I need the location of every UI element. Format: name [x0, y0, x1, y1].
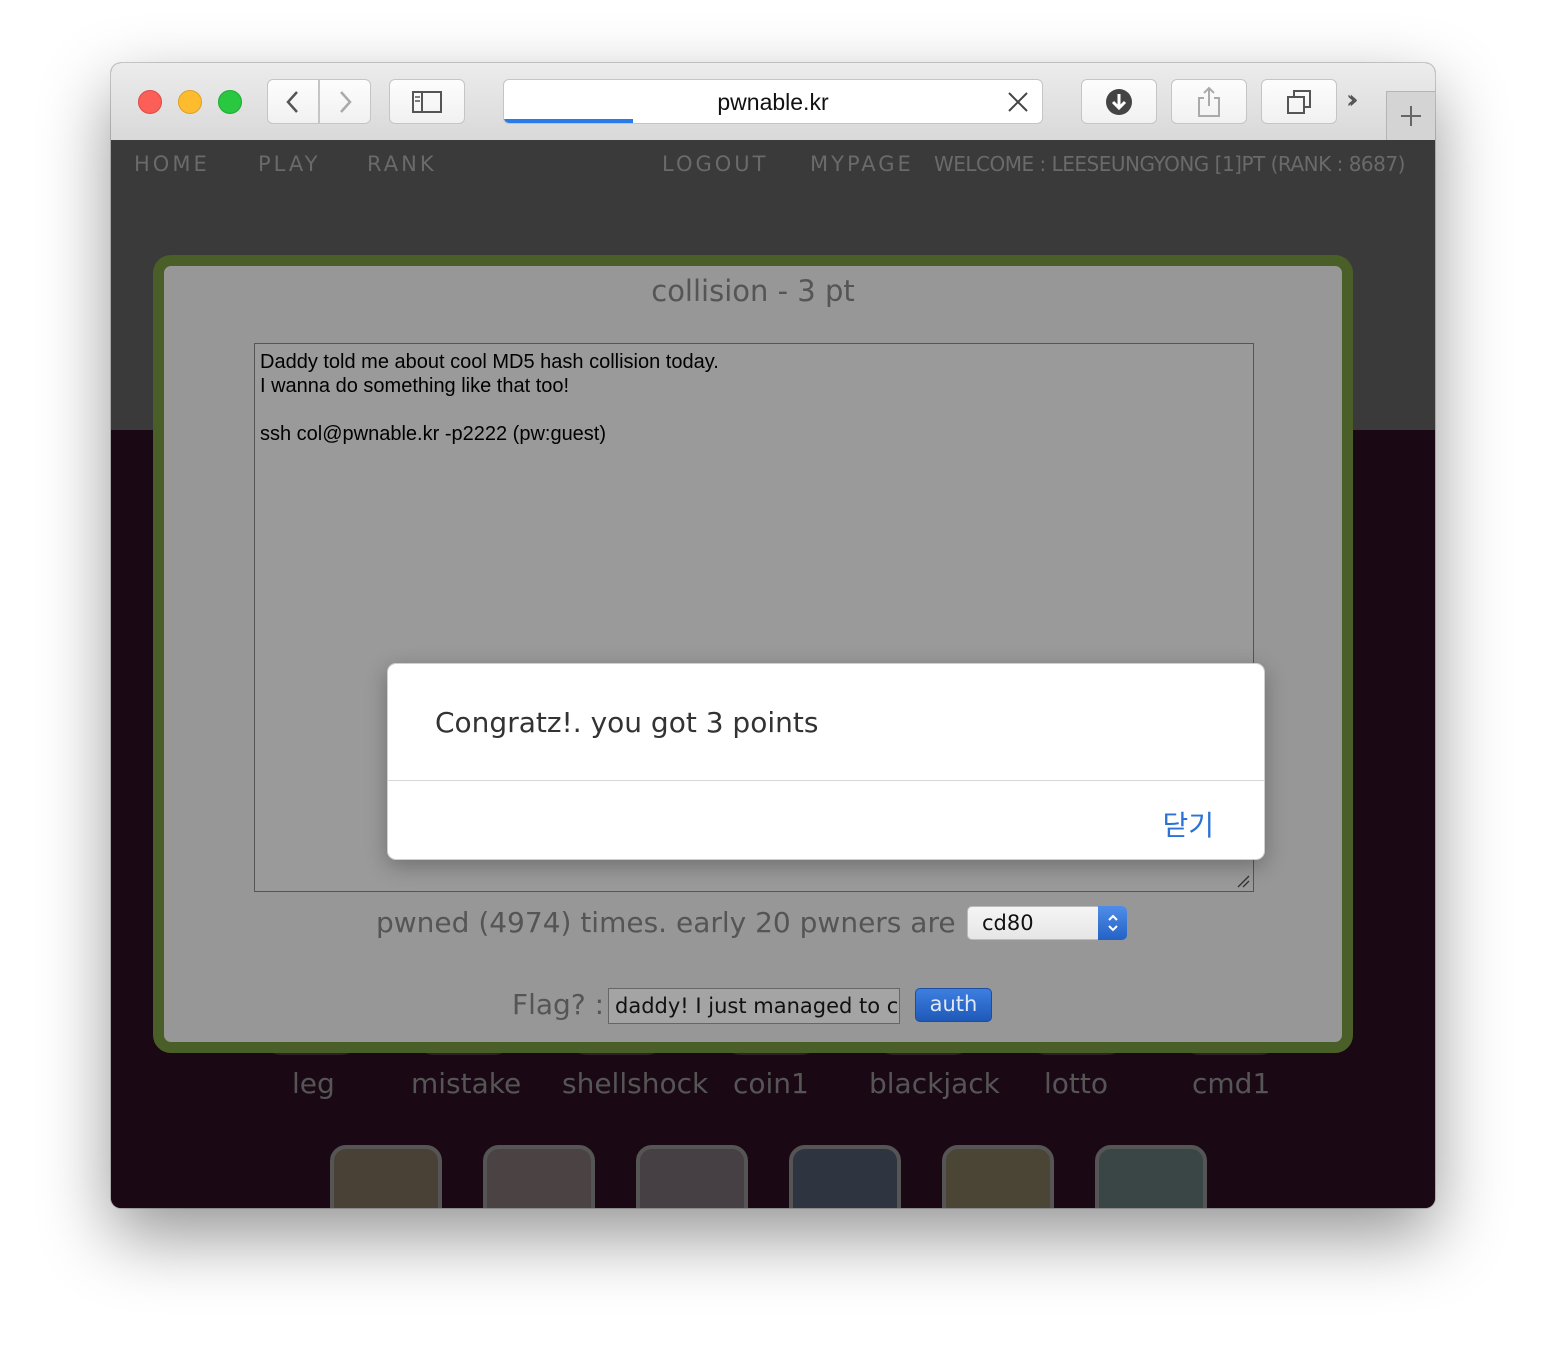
chevron-right-icon: [340, 90, 352, 113]
sidebar-icon: [412, 90, 442, 113]
challenge-thumbnail[interactable]: [330, 1145, 442, 1208]
share-button[interactable]: [1171, 79, 1247, 124]
tabs-overview-button[interactable]: [1261, 79, 1337, 124]
page-load-progress: [504, 119, 633, 123]
challenge-label[interactable]: cmd1: [1192, 1067, 1270, 1100]
challenge-label[interactable]: leg: [292, 1067, 335, 1100]
nav-play[interactable]: PLAY: [258, 152, 320, 176]
stop-loading-icon[interactable]: [1006, 90, 1030, 114]
close-window-button[interactable]: [138, 90, 162, 114]
url-text: pwnable.kr: [717, 89, 829, 115]
downloads-button[interactable]: [1081, 79, 1157, 124]
browser-toolbar: pwnable.kr ››: [111, 63, 1435, 141]
challenge-list: leg mistake shellshock coin1 blackjack l…: [111, 1035, 1435, 1208]
flag-label: Flag? :: [512, 988, 605, 1021]
alert-dialog: Congratz!. you got 3 points 닫기: [387, 663, 1265, 860]
download-icon: [1106, 88, 1132, 115]
challenge-label[interactable]: mistake: [411, 1067, 521, 1100]
challenge-panel: collision - 3 pt Daddy told me about coo…: [153, 255, 1353, 1053]
updown-arrow-icon: [1098, 906, 1127, 940]
challenge-label[interactable]: shellshock: [562, 1067, 708, 1100]
more-icon[interactable]: ››: [1346, 85, 1358, 115]
challenge-thumbnail[interactable]: [636, 1145, 748, 1208]
description-text: Daddy told me about cool MD5 hash collis…: [260, 351, 719, 445]
challenge-thumbnail[interactable]: [483, 1145, 595, 1208]
sidebar-button[interactable]: [389, 79, 465, 124]
nav-mypage[interactable]: MYPAGE: [810, 152, 914, 176]
new-tab-button[interactable]: [1386, 91, 1435, 140]
nav-home[interactable]: HOME: [134, 152, 210, 176]
browser-window: pwnable.kr ›› HOME PLAY RANK LOGOUT MYPA…: [111, 63, 1435, 1208]
nav-logout[interactable]: LOGOUT: [662, 152, 768, 176]
challenge-label[interactable]: lotto: [1044, 1067, 1108, 1100]
challenge-thumbnail[interactable]: [942, 1145, 1054, 1208]
select-value: cd80: [982, 911, 1034, 935]
early-pwners-select[interactable]: cd80: [967, 906, 1127, 940]
flag-input[interactable]: daddy! I just managed to crea: [608, 988, 900, 1024]
chevron-left-icon: [286, 90, 298, 113]
auth-button[interactable]: auth: [915, 988, 992, 1022]
tabs-icon: [1287, 89, 1311, 114]
share-icon: [1198, 86, 1220, 117]
welcome-text: WELCOME : LEESEUNGYONG [1]PT (RANK : 868…: [934, 152, 1405, 176]
challenge-thumbnail[interactable]: [789, 1145, 901, 1208]
pwned-count-text: pwned (4974) times. early 20 pwners are …: [376, 906, 974, 939]
minimize-window-button[interactable]: [178, 90, 202, 114]
address-bar[interactable]: pwnable.kr: [503, 79, 1043, 124]
nav-rank[interactable]: RANK: [367, 152, 437, 176]
alert-divider: [388, 780, 1264, 781]
resize-handle-icon[interactable]: [1236, 874, 1250, 888]
forward-button[interactable]: [319, 79, 371, 124]
zoom-window-button[interactable]: [218, 90, 242, 114]
web-content: HOME PLAY RANK LOGOUT MYPAGE WELCOME : L…: [111, 140, 1435, 1208]
alert-close-button[interactable]: 닫기: [1162, 804, 1214, 844]
challenge-thumbnail[interactable]: [1095, 1145, 1207, 1208]
plus-icon: [1401, 106, 1421, 126]
challenge-label[interactable]: coin1: [733, 1067, 809, 1100]
alert-message: Congratz!. you got 3 points: [435, 706, 819, 739]
challenge-title: collision - 3 pt: [651, 274, 855, 308]
back-button[interactable]: [267, 79, 319, 124]
challenge-label[interactable]: blackjack: [869, 1067, 1000, 1100]
